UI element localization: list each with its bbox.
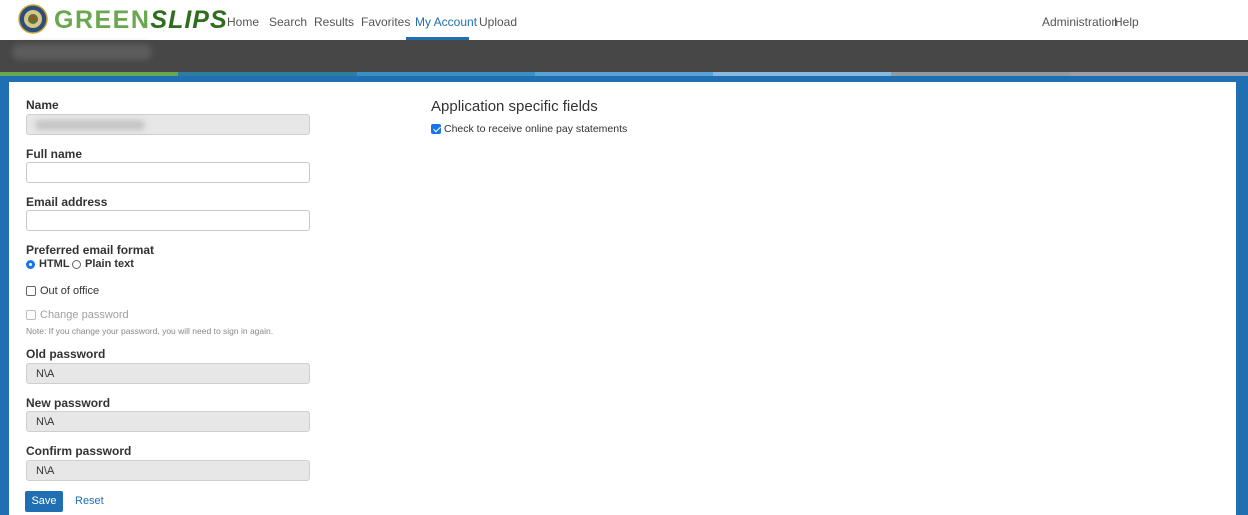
page-banner: [0, 40, 1248, 76]
radio-plain-text-label: Plain text: [85, 258, 134, 270]
nav-results[interactable]: Results: [314, 0, 354, 40]
out-of-office-checkbox[interactable]: [26, 286, 36, 296]
new-password-label: New password: [26, 396, 111, 410]
nav-search[interactable]: Search: [269, 0, 307, 40]
radio-plain-text[interactable]: [72, 260, 81, 269]
pay-statements-label: Check to receive online pay statements: [444, 123, 628, 135]
nav-help[interactable]: Help: [1114, 0, 1139, 40]
change-password-checkbox[interactable]: [26, 310, 36, 320]
nav-upload[interactable]: Upload: [479, 0, 517, 40]
confirm-password-field: N\A: [26, 460, 310, 481]
top-navigation: GREENSLIPS Home Search Results Favorites…: [0, 0, 1248, 40]
account-panel: [9, 82, 1236, 515]
reset-link[interactable]: Reset: [75, 491, 104, 512]
redacted-name-value: [35, 120, 145, 130]
nav-favorites[interactable]: Favorites: [361, 0, 410, 40]
nav-my-account[interactable]: My Account: [415, 0, 477, 40]
password-note: Note: If you change your password, you w…: [26, 326, 274, 336]
full-name-input[interactable]: [26, 162, 310, 183]
brand-slips: SLIPS: [150, 6, 228, 34]
full-name-label: Full name: [26, 147, 83, 161]
nav-administration[interactable]: Administration: [1042, 0, 1118, 40]
nav-home[interactable]: Home: [227, 0, 259, 40]
radio-html-label: HTML: [39, 258, 70, 270]
old-password-label: Old password: [26, 347, 106, 361]
app-fields-title: Application specific fields: [431, 98, 598, 115]
name-label: Name: [26, 98, 59, 112]
confirm-password-label: Confirm password: [26, 444, 132, 458]
save-button[interactable]: Save: [25, 491, 63, 512]
change-password-label: Change password: [40, 309, 129, 321]
email-format-label: Preferred email format: [26, 243, 155, 257]
radio-html[interactable]: [26, 260, 35, 269]
brand-logo[interactable]: GREENSLIPS: [54, 5, 228, 35]
out-of-office-label: Out of office: [40, 285, 100, 297]
seal-icon: [18, 4, 48, 34]
name-field: [26, 114, 310, 135]
email-input[interactable]: [26, 210, 310, 231]
checkbox-checked-icon[interactable]: [431, 124, 441, 134]
email-label: Email address: [26, 195, 108, 209]
new-password-field: N\A: [26, 411, 310, 432]
brand-green: GREEN: [54, 6, 151, 34]
redacted-banner-text: [12, 44, 152, 60]
old-password-field: N\A: [26, 363, 310, 384]
